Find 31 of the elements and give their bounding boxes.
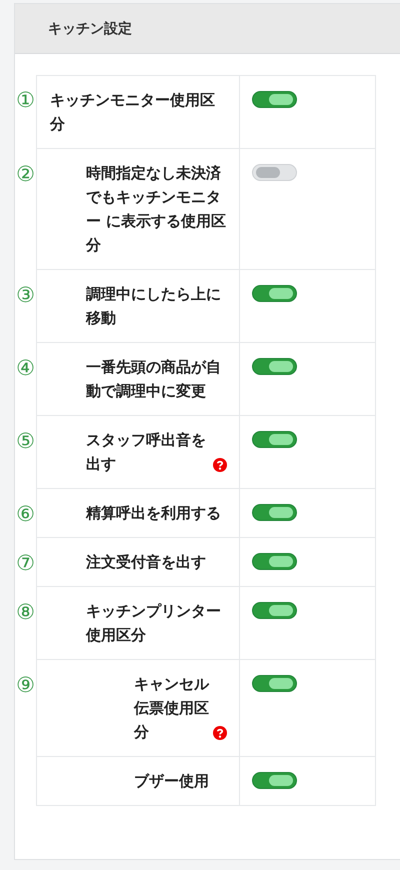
toggle-switch[interactable] [252, 431, 297, 448]
annotation-number: ⑦ [16, 550, 35, 576]
annotation-number: ⑧ [16, 599, 35, 625]
setting-label: スタッフ呼出音を出す [86, 430, 207, 475]
setting-label: ブザー使用 [134, 771, 209, 792]
toggle-switch[interactable] [252, 358, 297, 375]
panel-title: キッチン設定 [48, 20, 132, 38]
toggle-switch[interactable] [252, 504, 297, 521]
setting-label: キッチンプリンター使用区分 [86, 601, 222, 646]
help-icon[interactable] [213, 458, 227, 472]
toggle-switch[interactable] [252, 285, 297, 302]
annotation-number: ③ [16, 282, 35, 308]
annotation-number: ④ [16, 355, 35, 381]
annotation-number: ⑥ [16, 501, 35, 527]
setting-label: 一番先頭の商品が自動で調理中に変更 [86, 357, 222, 402]
help-icon[interactable] [213, 726, 227, 740]
setting-label: 注文受付音を出す [86, 552, 206, 573]
setting-label: 調理中にしたら上に移動 [86, 284, 222, 329]
toggle-switch[interactable] [252, 772, 297, 789]
setting-label: 精算呼出を利用する [86, 503, 221, 524]
setting-label: キャンセル伝票使用区分 [134, 674, 210, 743]
annotation-number: ② [16, 161, 35, 187]
annotation-number: ⑤ [16, 428, 35, 454]
annotation-number: ① [16, 87, 35, 113]
toggle-switch[interactable] [252, 553, 297, 570]
setting-label: 時間指定なし未決済でもキッチンモニター に表示する使用区分 [86, 163, 228, 256]
annotation-number: ⑨ [16, 672, 35, 698]
toggle-switch[interactable] [252, 602, 297, 619]
toggle-switch[interactable] [252, 675, 297, 692]
toggle-switch[interactable] [252, 91, 297, 108]
setting-label: キッチンモニター使用区分 [50, 90, 216, 135]
